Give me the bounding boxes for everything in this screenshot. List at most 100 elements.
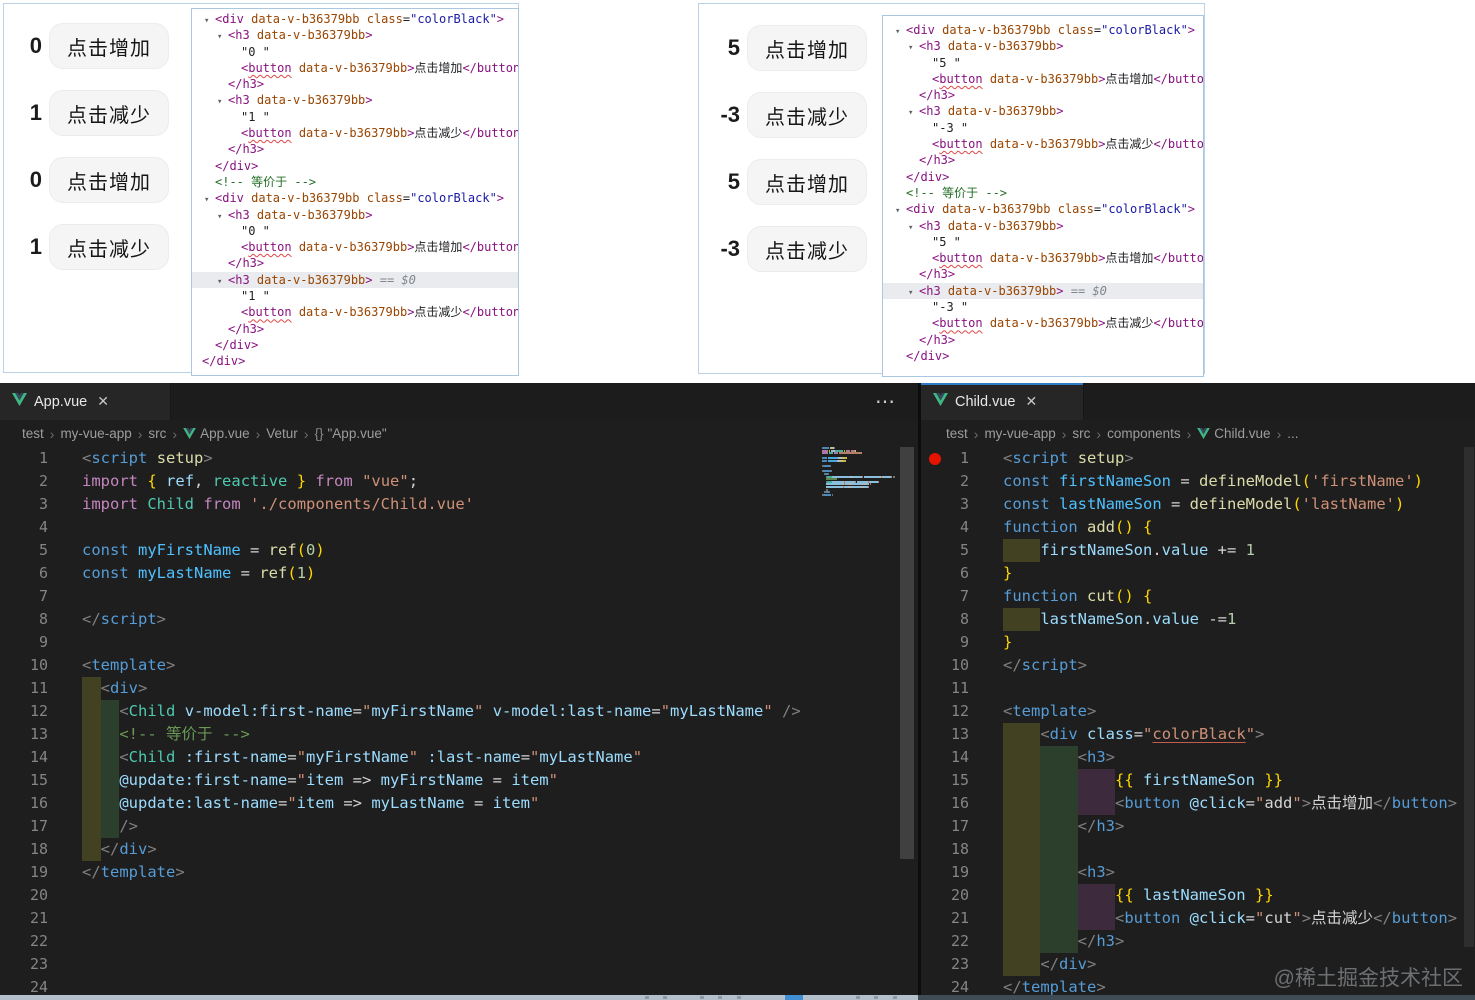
breadcrumb-item[interactable]: test	[946, 426, 968, 441]
decrease-button[interactable]: 点击减少	[747, 226, 867, 272]
devtools-node[interactable]: "0 "	[192, 223, 518, 239]
code-line[interactable]: 5 firstNameSon.value += 1	[921, 539, 1475, 562]
code-line[interactable]: 8 </script>	[0, 608, 918, 631]
devtools-node[interactable]: "5 "	[883, 55, 1203, 71]
devtools-node[interactable]: </div>	[192, 353, 518, 369]
devtools-node[interactable]: <!-- 等价于 -->	[192, 174, 518, 190]
code-area-app-vue[interactable]: 1 <script setup> 2 import { ref, reactive }…	[0, 447, 918, 1000]
code-line[interactable]: 13 <!-- 等价于 -->	[0, 723, 918, 746]
expand-arrow-icon[interactable]: ▾	[204, 192, 215, 208]
tab-child-vue[interactable]: Child.vue ✕	[921, 383, 1084, 420]
close-icon[interactable]: ✕	[97, 393, 109, 410]
expand-arrow-icon[interactable]: ▾	[204, 13, 215, 29]
devtools-node[interactable]: <button data-v-b36379bb>点击减少</button>	[883, 315, 1203, 331]
decrease-button[interactable]: 点击减少	[49, 224, 169, 270]
devtools-node[interactable]: </h3>	[883, 332, 1203, 348]
code-line[interactable]: 6}	[921, 562, 1475, 585]
minimap[interactable]	[820, 447, 900, 567]
devtools-node[interactable]: </h3>	[883, 152, 1203, 168]
devtools-node[interactable]: "1 "	[192, 288, 518, 304]
devtools-node[interactable]: </h3>	[192, 141, 518, 157]
code-line[interactable]: 18 </div>	[0, 838, 918, 861]
breadcrumb-item[interactable]: App.vue	[183, 426, 250, 441]
increase-button[interactable]: 点击增加	[49, 157, 169, 203]
devtools-node[interactable]: <button data-v-b36379bb>点击增加</button>	[192, 239, 518, 255]
code-line[interactable]: 16 <button @click="add">点击增加</button>	[921, 792, 1475, 815]
code-line[interactable]: 19 </template>	[0, 861, 918, 884]
editor-actions-icon[interactable]: ⋯	[875, 389, 896, 414]
code-line[interactable]: 21	[0, 907, 918, 930]
tab-app-vue[interactable]: App.vue ✕	[0, 383, 171, 420]
code-line[interactable]: 5 const myFirstName = ref(0)	[0, 539, 918, 562]
devtools-elements-panel-right[interactable]: ▾ <div data-v-b36379bb class="colorBlack"…	[882, 15, 1204, 377]
code-area-child-vue[interactable]: 1 <script setup> 2 const firstNameSon = def…	[921, 447, 1475, 1000]
increase-button[interactable]: 点击增加	[49, 23, 169, 69]
code-line[interactable]: 4 function add() {	[921, 516, 1475, 539]
breadcrumb-item[interactable]: Vetur	[266, 426, 298, 441]
devtools-node[interactable]: </h3>	[192, 321, 518, 337]
devtools-node[interactable]: </h3>	[883, 266, 1203, 282]
code-line[interactable]: 2 const firstNameSon = defineModel('first…	[921, 470, 1475, 493]
code-line[interactable]: 17 </h3>	[921, 815, 1475, 838]
breadcrumb-item[interactable]: my-vue-app	[984, 426, 1055, 441]
devtools-node[interactable]: "1 "	[192, 109, 518, 125]
code-line[interactable]: 1 <script setup>	[0, 447, 918, 470]
code-line[interactable]: 1 <script setup>	[921, 447, 1475, 470]
code-line[interactable]: 22 </h3>	[921, 930, 1475, 953]
code-line[interactable]: 11	[921, 677, 1475, 700]
code-line[interactable]: 22	[0, 930, 918, 953]
devtools-node[interactable]: "-3 "	[883, 299, 1203, 315]
code-line[interactable]: 9}	[921, 631, 1475, 654]
devtools-node[interactable]: <button data-v-b36379bb>点击减少</button>	[883, 136, 1203, 152]
devtools-elements-panel-left[interactable]: ▾ <div data-v-b36379bb class="colorBlack"…	[191, 8, 519, 376]
expand-arrow-icon[interactable]: ▾	[908, 220, 919, 236]
expand-arrow-icon[interactable]: ▾	[908, 285, 919, 301]
code-line[interactable]: 12 <Child v-model:first-name="myFirstNam…	[0, 700, 918, 723]
code-line[interactable]: 3 const lastNameSon = defineModel('lastNa…	[921, 493, 1475, 516]
devtools-node[interactable]: ▾ <h3 data-v-b36379bb>	[883, 218, 1203, 234]
increase-button[interactable]: 点击增加	[747, 159, 867, 205]
devtools-node[interactable]: <button data-v-b36379bb>点击减少</button>	[192, 304, 518, 320]
breadcrumb-item[interactable]: Child.vue	[1197, 426, 1271, 441]
code-line[interactable]: 11 <div>	[0, 677, 918, 700]
devtools-node[interactable]: ▾ <h3 data-v-b36379bb>	[192, 27, 518, 43]
increase-button[interactable]: 点击增加	[747, 25, 867, 71]
devtools-node[interactable]: ▾ <div data-v-b36379bb class="colorBlack"…	[883, 22, 1203, 38]
expand-arrow-icon[interactable]: ▾	[217, 29, 228, 45]
devtools-node[interactable]: </div>	[883, 169, 1203, 185]
devtools-node[interactable]: ▾ <div data-v-b36379bb class="colorBlack"…	[192, 190, 518, 206]
breadcrumb-item[interactable]: test	[22, 426, 44, 441]
devtools-node[interactable]: </h3>	[192, 76, 518, 92]
code-line[interactable]: 14 <Child :first-name="myFirstName" :las…	[0, 746, 918, 769]
expand-arrow-icon[interactable]: ▾	[217, 274, 228, 290]
code-line[interactable]: 13 <div class="colorBlack">	[921, 723, 1475, 746]
code-line[interactable]: 2 import { ref, reactive } from "vue";	[0, 470, 918, 493]
devtools-node[interactable]: ▾ <div data-v-b36379bb class="colorBlack"…	[883, 201, 1203, 217]
devtools-node-selected[interactable]: ▾ <h3 data-v-b36379bb> == $0	[192, 271, 518, 290]
devtools-node[interactable]: </div>	[192, 337, 518, 353]
code-line[interactable]: 6 const myLastName = ref(1)	[0, 562, 918, 585]
breadcrumb-item[interactable]: my-vue-app	[60, 426, 131, 441]
code-line[interactable]: 14 <h3>	[921, 746, 1475, 769]
devtools-node[interactable]: </h3>	[883, 87, 1203, 103]
breadcrumb-item[interactable]: {} "App.vue"	[314, 426, 386, 441]
scrollbar-left[interactable]	[900, 447, 914, 859]
devtools-node[interactable]: <!-- 等价于 -->	[883, 185, 1203, 201]
scrollbar-right[interactable]	[1464, 447, 1474, 947]
code-line[interactable]: 9	[0, 631, 918, 654]
breadcrumb-item[interactable]: src	[148, 426, 166, 441]
code-line[interactable]: 8 lastNameSon.value -=1	[921, 608, 1475, 631]
code-line[interactable]: 4	[0, 516, 918, 539]
devtools-node[interactable]: ▾ <h3 data-v-b36379bb>	[883, 38, 1203, 54]
code-line[interactable]: 18	[921, 838, 1475, 861]
devtools-node[interactable]: <button data-v-b36379bb>点击增加</button>	[192, 60, 518, 76]
devtools-node[interactable]: ▾ <h3 data-v-b36379bb>	[192, 92, 518, 108]
code-line[interactable]: 15 {{ firstNameSon }}	[921, 769, 1475, 792]
code-line[interactable]: 21 <button @click="cut">点击减少</button>	[921, 907, 1475, 930]
devtools-node-selected[interactable]: ▾ <h3 data-v-b36379bb> == $0	[883, 282, 1203, 301]
code-line[interactable]: 7	[0, 585, 918, 608]
devtools-node[interactable]: "5 "	[883, 234, 1203, 250]
code-line[interactable]: 17 />	[0, 815, 918, 838]
code-line[interactable]: 23	[0, 953, 918, 976]
breakpoint-icon[interactable]	[929, 452, 941, 465]
